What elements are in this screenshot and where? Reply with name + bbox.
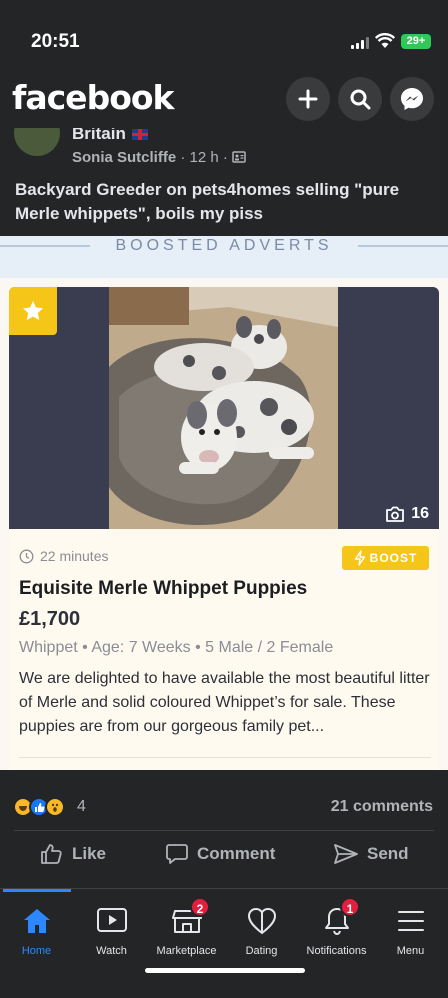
tab-notifications[interactable]: 1 Notifications [299, 897, 374, 957]
watch-icon [96, 908, 127, 932]
photo-count: 16 [385, 505, 429, 523]
uk-flag-icon [131, 129, 148, 140]
wow-reaction-icon [45, 797, 65, 817]
featured-star-badge [9, 287, 57, 335]
active-tab-indicator [3, 889, 71, 892]
messenger-icon [401, 88, 423, 110]
ad-posted-time: 22 minutes [19, 548, 108, 564]
facebook-logo: facebook [12, 78, 174, 117]
group-avatar[interactable] [14, 128, 60, 156]
ad-specs: Whippet • Age: 7 Weeks • 5 Male / 2 Fema… [19, 639, 333, 657]
search-button[interactable] [338, 77, 382, 121]
create-button[interactable] [286, 77, 330, 121]
spec-bullet-2: • [195, 639, 201, 656]
comment-button[interactable]: Comment [165, 843, 275, 865]
photo-count-value: 16 [411, 505, 429, 522]
thumbs-up-icon [41, 844, 62, 864]
card-divider [19, 757, 431, 758]
tab-notifications-label: Notifications [306, 945, 367, 957]
like-label: Like [72, 844, 107, 863]
ad-price: £1,700 [19, 608, 81, 630]
status-bar: 20:51 29+ [0, 0, 448, 70]
meta-separator-2: · [222, 149, 228, 166]
tab-menu-label: Menu [396, 945, 425, 957]
tab-marketplace[interactable]: 2 Marketplace [149, 897, 224, 957]
home-icon [23, 909, 50, 933]
ad-description: We are delighted to have available the m… [19, 670, 430, 735]
send-label: Send [367, 844, 409, 863]
ad-card[interactable]: 16 22 minutes BOOST Equisite Merle Whipp… [9, 287, 439, 770]
tab-watch-label: Watch [96, 945, 127, 957]
lightning-icon [354, 550, 365, 566]
ad-litter: 5 Male / 2 Female [205, 639, 334, 656]
wifi-icon [375, 33, 395, 48]
meta-separator: · [180, 149, 186, 166]
ad-posted-time-text: 22 minutes [40, 548, 109, 564]
boost-button-label: BOOST [369, 551, 418, 565]
puppies-illustration [109, 287, 338, 529]
link-preview[interactable]: 16 22 minutes BOOST Equisite Merle Whipp… [0, 278, 448, 770]
send-button[interactable]: Send [333, 843, 409, 865]
puppies-photo[interactable] [109, 287, 338, 529]
group-privacy-icon [232, 151, 246, 163]
reaction-icons[interactable] [13, 797, 65, 817]
post-footer: 4 21 comments Like Comment Send [0, 770, 448, 888]
boosted-adverts-label: BOOSTED ADVERTS [115, 237, 333, 254]
comments-count[interactable]: 21 comments [331, 798, 433, 816]
post-text[interactable]: Backyard Greeder on pets4homes selling "… [15, 178, 435, 226]
post-header: Britain Sonia Sutcliffe · 12 h · Backyar… [0, 128, 448, 236]
search-icon [350, 89, 371, 110]
comment-label: Comment [197, 844, 276, 863]
tab-marketplace-label: Marketplace [156, 945, 217, 957]
ad-title[interactable]: Equisite Merle Whippet Puppies [19, 578, 307, 600]
ad-breed: Whippet [19, 639, 78, 656]
plus-icon [298, 89, 318, 109]
bottom-tab-bar: Home Watch 2 Marketplace Dating 1 Notifi… [0, 888, 448, 998]
tab-dating-label: Dating [245, 945, 278, 957]
post-time[interactable]: 12 h [190, 149, 219, 166]
signal-icon [351, 37, 371, 49]
reaction-count[interactable]: 4 [77, 798, 86, 816]
boosted-adverts-banner: BOOSTED ADVERTS [0, 236, 448, 278]
like-button[interactable]: Like [40, 843, 106, 865]
camera-icon [386, 506, 405, 522]
tab-home-label: Home [21, 945, 52, 957]
battery-indicator: 29+ [401, 34, 431, 49]
tab-home[interactable]: Home [0, 905, 74, 957]
tab-watch[interactable]: Watch [74, 905, 149, 957]
group-name[interactable]: Britain [72, 128, 148, 144]
notifications-badge: 1 [340, 897, 360, 917]
boost-button[interactable]: BOOST [342, 546, 429, 570]
star-icon [23, 301, 43, 321]
tab-menu[interactable]: Menu [373, 905, 448, 957]
tab-dating[interactable]: Dating [224, 905, 299, 957]
app-header: facebook [0, 70, 448, 128]
spec-bullet: • [82, 639, 88, 656]
marketplace-badge: 2 [190, 897, 210, 917]
post-meta: Sonia Sutcliffe · 12 h · [72, 149, 246, 166]
comment-icon [166, 844, 188, 864]
ad-age: Age: 7 Weeks [91, 639, 191, 656]
status-time: 20:51 [31, 31, 80, 52]
dating-icon [247, 907, 276, 935]
menu-icon [397, 911, 424, 931]
messenger-button[interactable] [390, 77, 434, 121]
author-name[interactable]: Sonia Sutcliffe [72, 149, 176, 166]
send-icon [334, 844, 358, 864]
home-indicator [145, 968, 305, 973]
clock-icon [19, 549, 34, 563]
footer-divider [14, 830, 434, 831]
ad-photo-frame: 16 [9, 287, 439, 529]
group-name-text: Britain [72, 128, 126, 143]
